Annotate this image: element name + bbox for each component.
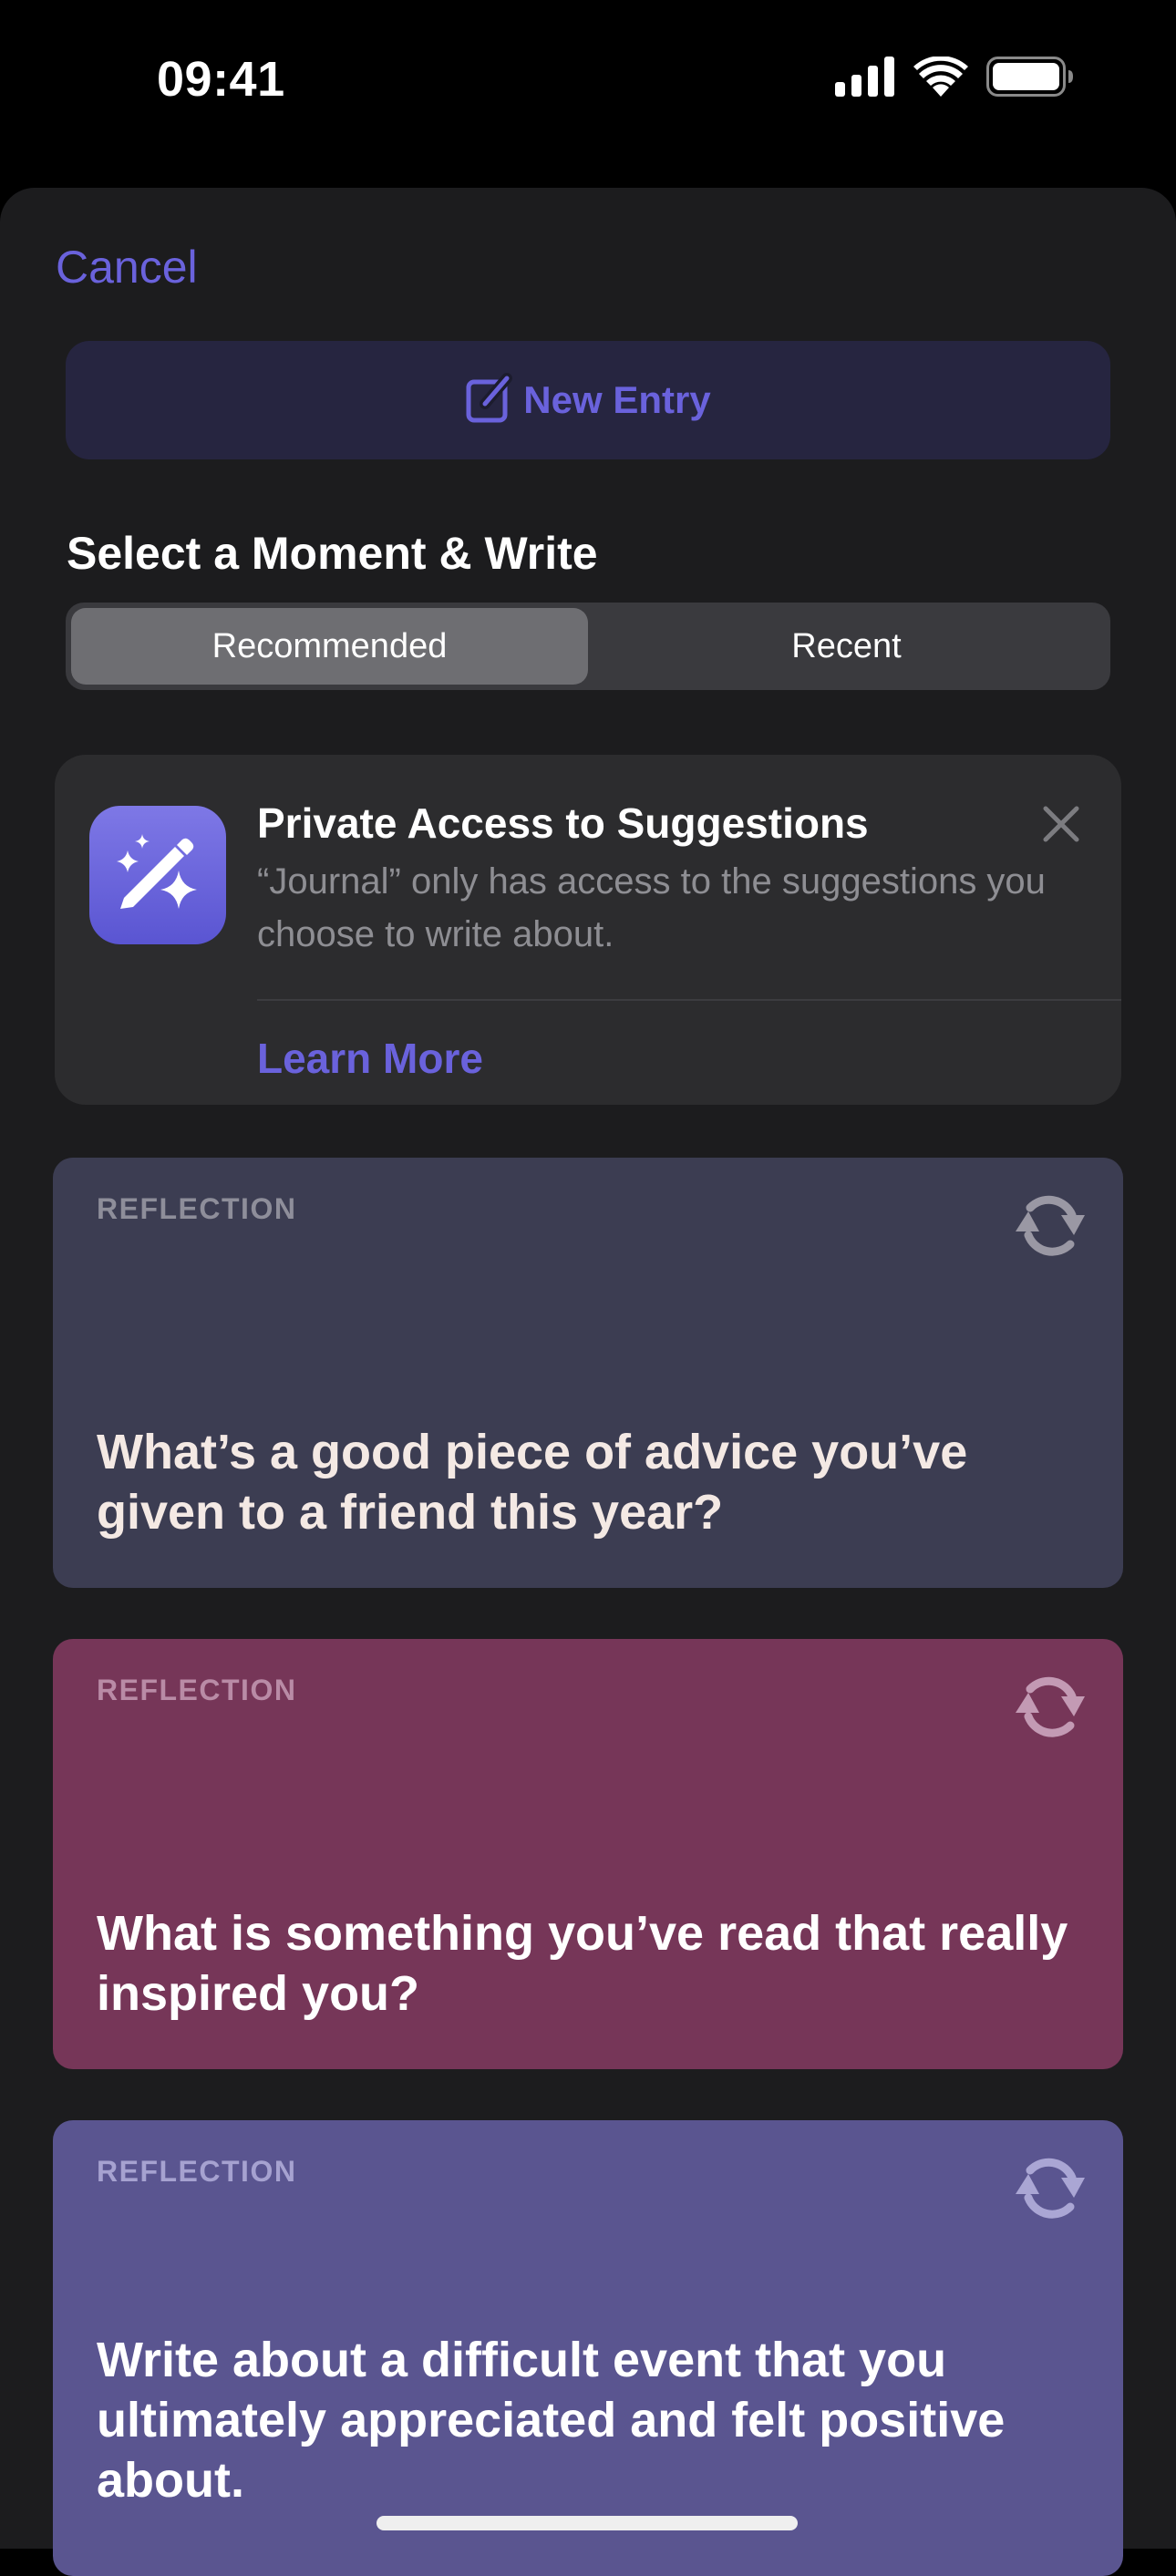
divider [257,999,1121,1001]
segment-recommended[interactable]: Recommended [71,608,588,685]
refresh-icon [1006,1669,1094,1747]
shuffle-prompt-button[interactable] [1005,1666,1096,1748]
new-entry-label: New Entry [523,378,711,421]
prompt-text: What is something you’ve read that reall… [97,1906,1068,2021]
status-time: 09:41 [157,52,285,107]
close-button[interactable] [1036,800,1087,851]
segment-recent[interactable]: Recent [588,608,1105,685]
wifi-icon [913,55,968,101]
status-icons [835,55,1074,101]
info-card-title: Private Access to Suggestions [257,799,869,847]
new-entry-button[interactable]: New Entry [66,341,1110,459]
magic-wand-sparkles-icon [89,806,226,944]
section-title: Select a Moment & Write [67,528,598,579]
prompt-card[interactable]: REFLECTION Write about a difficult event… [53,2120,1123,2576]
shuffle-prompt-button[interactable] [1005,1185,1096,1267]
prompt-card[interactable]: REFLECTION What’s a good piece of advice… [53,1158,1123,1588]
private-access-info-card: Private Access to Suggestions “Journal” … [55,755,1121,1105]
prompt-card[interactable]: REFLECTION What is something you’ve read… [53,1639,1123,2069]
segmented-control: Recommended Recent [66,603,1110,690]
cellular-signal-icon [835,56,895,101]
cancel-button[interactable]: Cancel [56,241,198,294]
close-icon [1042,805,1080,848]
prompt-category: REFLECTION [97,2155,297,2188]
info-card-description: “Journal” only has access to the suggest… [257,861,1046,954]
prompt-category: REFLECTION [97,1192,297,1225]
prompt-text: What’s a good piece of advice you’ve giv… [97,1425,968,1540]
battery-icon [986,56,1074,101]
home-indicator [377,2516,798,2530]
compose-icon [465,372,516,428]
refresh-icon [1006,2150,1094,2228]
shuffle-prompt-button[interactable] [1005,2148,1096,2230]
prompt-category: REFLECTION [97,1674,297,1706]
status-bar: 09:41 [0,0,1176,182]
learn-more-link[interactable]: Learn More [257,1034,483,1083]
new-entry-sheet: Cancel New Entry Select a Moment & Write… [0,188,1176,2576]
refresh-icon [1006,1188,1094,1265]
prompt-text: Write about a difficult event that you u… [97,2333,1006,2508]
